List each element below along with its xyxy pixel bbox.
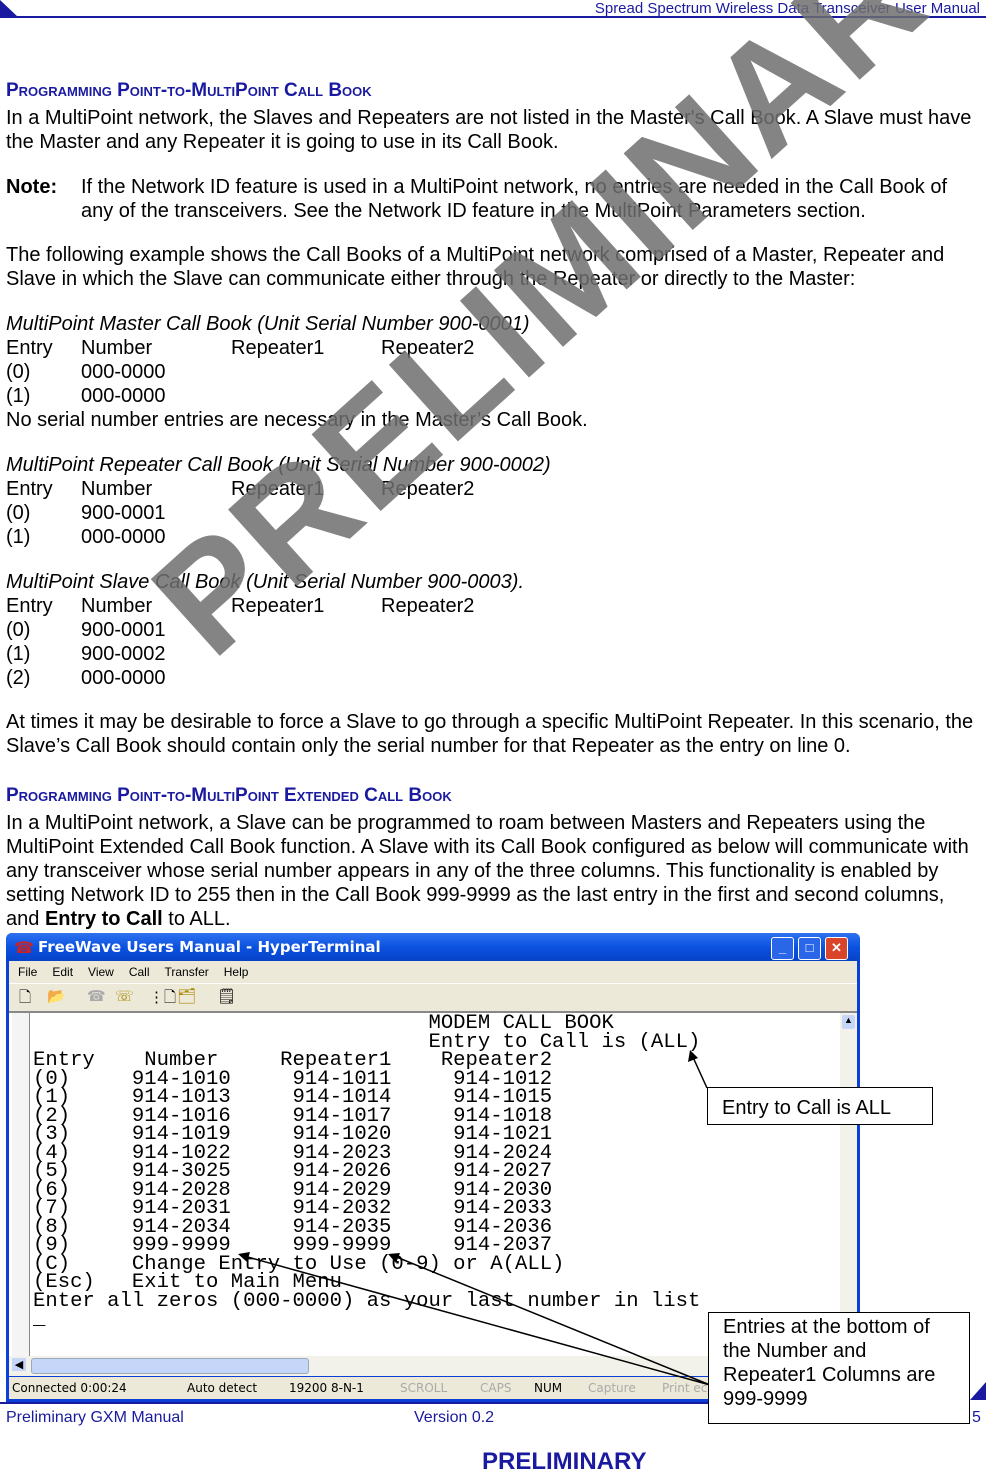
- arrowhead: [688, 1050, 698, 1062]
- callout-arrow: [243, 1255, 711, 1386]
- callout-arrow: [691, 1054, 708, 1089]
- callout-arrow: [393, 1255, 711, 1386]
- footer-page-number: 5: [972, 1409, 981, 1426]
- callout-lines: [0, 1050, 986, 1404]
- callout-bottom-entries: Entries at the bottom of the Number and …: [708, 1312, 970, 1424]
- arrowhead: [238, 1252, 250, 1262]
- footer-version: Version 0.2: [414, 1409, 495, 1426]
- footer-triangle: [970, 1382, 986, 1400]
- document-page: Spread Spectrum Wireless Data Transceive…: [0, 0, 986, 1472]
- footer-left: Preliminary GXM Manual: [6, 1409, 184, 1426]
- callout-entry-to-call: Entry to Call is ALL: [707, 1087, 933, 1125]
- footer-preliminary-stamp: PRELIMINARY: [482, 1448, 647, 1472]
